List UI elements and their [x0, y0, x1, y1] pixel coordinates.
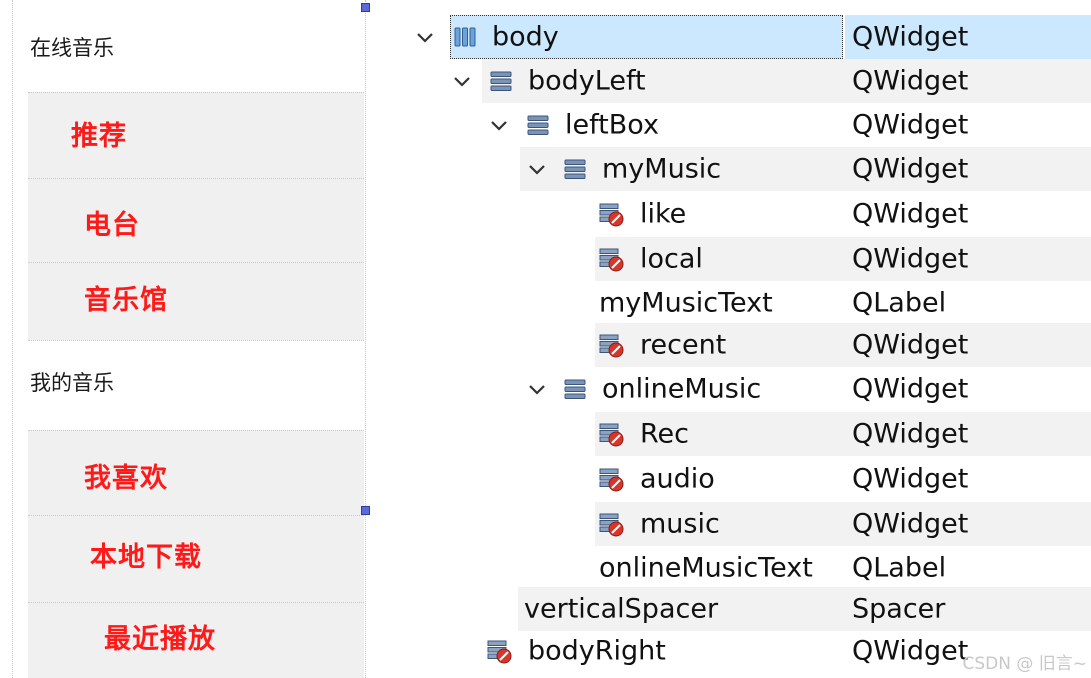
- tree-item-name: local: [640, 243, 703, 275]
- tree-row-local[interactable]: local QWidget: [400, 237, 1091, 281]
- horizontal-layout-icon: [454, 27, 476, 47]
- tree-item-name: bodyLeft: [528, 65, 646, 97]
- tree-row-onlinemusictext[interactable]: onlineMusicText QLabel: [400, 546, 1091, 590]
- guide-line: [365, 0, 366, 678]
- tree-row-music[interactable]: music QWidget: [400, 502, 1091, 546]
- tree-item-class: QLabel: [852, 552, 947, 584]
- tree-item-class: QWidget: [852, 198, 969, 230]
- chevron-down-icon[interactable]: [414, 26, 436, 48]
- tree-item-class: QWidget: [852, 463, 969, 495]
- broken-layout-widget-icon: [599, 513, 624, 537]
- broken-layout-widget-icon: [599, 248, 624, 272]
- guide-line: [28, 602, 364, 603]
- tree-item-name: recent: [640, 329, 727, 361]
- chevron-down-icon[interactable]: [451, 70, 473, 92]
- guide-line: [28, 515, 364, 516]
- guide-line: [28, 340, 364, 341]
- tree-item-name: body: [492, 21, 559, 53]
- tree-item-class: QWidget: [852, 635, 969, 667]
- form-preview: 在线音乐 推荐 电台 音乐馆 我的音乐 我喜欢 本地下载 最近播放: [0, 0, 375, 678]
- chevron-down-icon[interactable]: [526, 378, 548, 400]
- tree-row-leftbox[interactable]: leftBox QWidget: [400, 103, 1091, 147]
- tree-row-audio[interactable]: audio QWidget: [400, 457, 1091, 501]
- tree-item-class: QWidget: [852, 153, 969, 185]
- resize-handle[interactable]: [361, 3, 370, 12]
- tree-item-class: Spacer: [852, 593, 946, 625]
- broken-layout-widget-icon: [599, 468, 624, 492]
- object-inspector-tree: body QWidget bodyLeft QWidget leftBox QW…: [400, 0, 1091, 678]
- chevron-down-icon[interactable]: [488, 114, 510, 136]
- guide-line: [28, 262, 364, 263]
- my-music-label: 我的音乐: [30, 371, 114, 395]
- tree-row-body[interactable]: body QWidget: [400, 15, 1091, 59]
- music-hall-button[interactable]: 音乐馆: [84, 278, 168, 317]
- guide-line: [28, 92, 364, 93]
- local-download-button[interactable]: 本地下载: [90, 535, 202, 574]
- tree-item-name: onlineMusic: [602, 373, 762, 405]
- tree-item-name: audio: [640, 463, 715, 495]
- vertical-layout-icon: [490, 71, 512, 91]
- tree-item-class: QWidget: [852, 508, 969, 540]
- tree-item-class: QLabel: [852, 287, 947, 319]
- guide-line: [28, 178, 364, 179]
- tree-item-class: QWidget: [852, 243, 969, 275]
- broken-layout-widget-icon: [599, 423, 624, 447]
- radio-button[interactable]: 电台: [84, 203, 140, 242]
- tree-row-rec[interactable]: Rec QWidget: [400, 412, 1091, 456]
- tree-row-like[interactable]: like QWidget: [400, 192, 1091, 236]
- tree-item-name: onlineMusicText: [599, 552, 813, 584]
- tree-item-class: QWidget: [852, 65, 969, 97]
- tree-name-cell: [595, 502, 845, 546]
- tree-item-name: bodyRight: [528, 635, 666, 667]
- online-music-label: 在线音乐: [30, 36, 114, 60]
- tree-item-class: QWidget: [852, 329, 969, 361]
- tree-row-onlinemusic[interactable]: onlineMusic QWidget: [400, 367, 1091, 411]
- guide-line: [28, 430, 364, 431]
- tree-row-mymusictext[interactable]: myMusicText QLabel: [400, 281, 1091, 325]
- tree-item-name: leftBox: [565, 109, 659, 141]
- tree-item-class: QWidget: [852, 109, 969, 141]
- tree-item-class: QWidget: [852, 21, 969, 53]
- recent-play-button[interactable]: 最近播放: [104, 617, 216, 656]
- tree-name-cell: [595, 412, 845, 456]
- tree-item-name: verticalSpacer: [524, 593, 719, 625]
- recommend-button[interactable]: 推荐: [71, 114, 127, 153]
- broken-layout-widget-icon: [599, 203, 624, 227]
- guide-line: [12, 0, 13, 678]
- tree-item-class: QWidget: [852, 418, 969, 450]
- like-button[interactable]: 我喜欢: [84, 456, 168, 495]
- broken-layout-widget-icon: [487, 640, 512, 664]
- tree-item-name: myMusicText: [599, 287, 773, 319]
- tree-name-cell: [595, 237, 845, 281]
- resize-handle[interactable]: [361, 506, 370, 515]
- tree-item-name: like: [640, 198, 687, 230]
- tree-row-recent[interactable]: recent QWidget: [400, 323, 1091, 367]
- vertical-layout-icon: [564, 159, 586, 179]
- tree-row-bodyleft[interactable]: bodyLeft QWidget: [400, 59, 1091, 103]
- tree-item-name: myMusic: [602, 153, 722, 185]
- tree-item-name: Rec: [640, 418, 690, 450]
- vertical-layout-icon: [527, 115, 549, 135]
- tree-row-mymusic[interactable]: myMusic QWidget: [400, 147, 1091, 191]
- tree-item-name: music: [640, 508, 720, 540]
- vertical-layout-icon: [564, 379, 586, 399]
- tree-row-verticalspacer[interactable]: verticalSpacer Spacer: [400, 587, 1091, 631]
- broken-layout-widget-icon: [599, 334, 624, 358]
- chevron-down-icon[interactable]: [526, 158, 548, 180]
- watermark: CSDN @ 旧言~: [962, 654, 1087, 674]
- tree-item-class: QWidget: [852, 373, 969, 405]
